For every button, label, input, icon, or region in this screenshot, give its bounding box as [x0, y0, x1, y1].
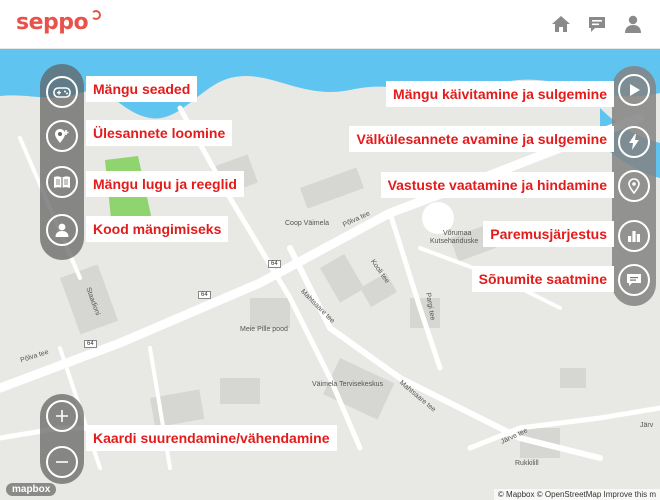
game-story-rules-label: Mängu lugu ja reeglid	[86, 171, 244, 197]
lightning-icon	[629, 134, 639, 150]
play-icon	[630, 84, 640, 96]
chat-icon	[627, 274, 641, 286]
game-settings-button[interactable]	[46, 76, 78, 108]
zoom-label: Kaardi suurendamine/vähendamine	[86, 425, 337, 451]
zoom-out-icon	[56, 461, 68, 463]
user-icon	[55, 223, 69, 237]
gamepad-icon	[53, 87, 71, 98]
top-icons	[550, 14, 644, 34]
road-label-jarve-2: Järv	[640, 422, 654, 429]
map-label-rukkilill[interactable]: Rukkilill	[515, 460, 539, 467]
add-location-icon	[55, 129, 69, 143]
zoom-in-icon	[56, 410, 68, 422]
map-label-vorumaa[interactable]: Võrumaa	[443, 230, 471, 237]
send-messages-label: Sõnumite saatmine	[471, 266, 614, 292]
create-task-button[interactable]	[46, 120, 78, 152]
home-icon[interactable]	[550, 14, 572, 34]
flash-tasks-label: Välkülesannete avamine ja sulgemine	[349, 126, 614, 152]
logo-mark-icon	[91, 10, 101, 20]
road-number-tag: 64	[268, 260, 281, 268]
game-story-rules-button[interactable]	[46, 166, 78, 198]
review-answers-label: Vastuste vaatamine ja hindamine	[380, 172, 614, 198]
road-number-tag: 64	[198, 291, 211, 299]
leaderboard-label: Paremusjärjestus	[483, 221, 614, 247]
create-task-label: Ülesannete loomine	[86, 120, 233, 146]
send-messages-button[interactable]	[618, 264, 650, 296]
map-label-meie-pille[interactable]: Meie Pille pood	[240, 326, 288, 333]
review-icon	[628, 178, 640, 194]
start-stop-game-label: Mängu käivitamine ja sulgemine	[386, 81, 614, 107]
top-bar: seppo	[0, 0, 660, 49]
game-settings-label: Mängu seaded	[86, 76, 198, 102]
user-icon[interactable]	[622, 14, 644, 34]
road-number-tag: 64	[84, 340, 97, 348]
map-attribution[interactable]: © Mapbox © OpenStreetMap Improve this m	[493, 489, 660, 500]
seppo-logo[interactable]: seppo	[16, 10, 89, 35]
leaderboard-icon	[628, 231, 640, 242]
join-code-label: Kood mängimiseks	[86, 216, 229, 242]
leaderboard-button[interactable]	[618, 220, 650, 252]
book-icon	[54, 176, 70, 188]
zoom-in-button[interactable]	[46, 400, 78, 432]
flash-tasks-button[interactable]	[618, 126, 650, 158]
start-stop-game-button[interactable]	[618, 74, 650, 106]
review-answers-button[interactable]	[618, 170, 650, 202]
mapbox-logo[interactable]: mapbox	[6, 483, 57, 496]
map-label-kutse[interactable]: Kutsehariduske	[430, 238, 478, 245]
map-label-tervise[interactable]: Väimela Tervisekeskus	[312, 381, 383, 388]
message-icon[interactable]	[586, 14, 608, 34]
join-code-button[interactable]	[46, 214, 78, 246]
zoom-out-button[interactable]	[46, 446, 78, 478]
map-label-coop[interactable]: Coop Väimela	[285, 220, 329, 227]
